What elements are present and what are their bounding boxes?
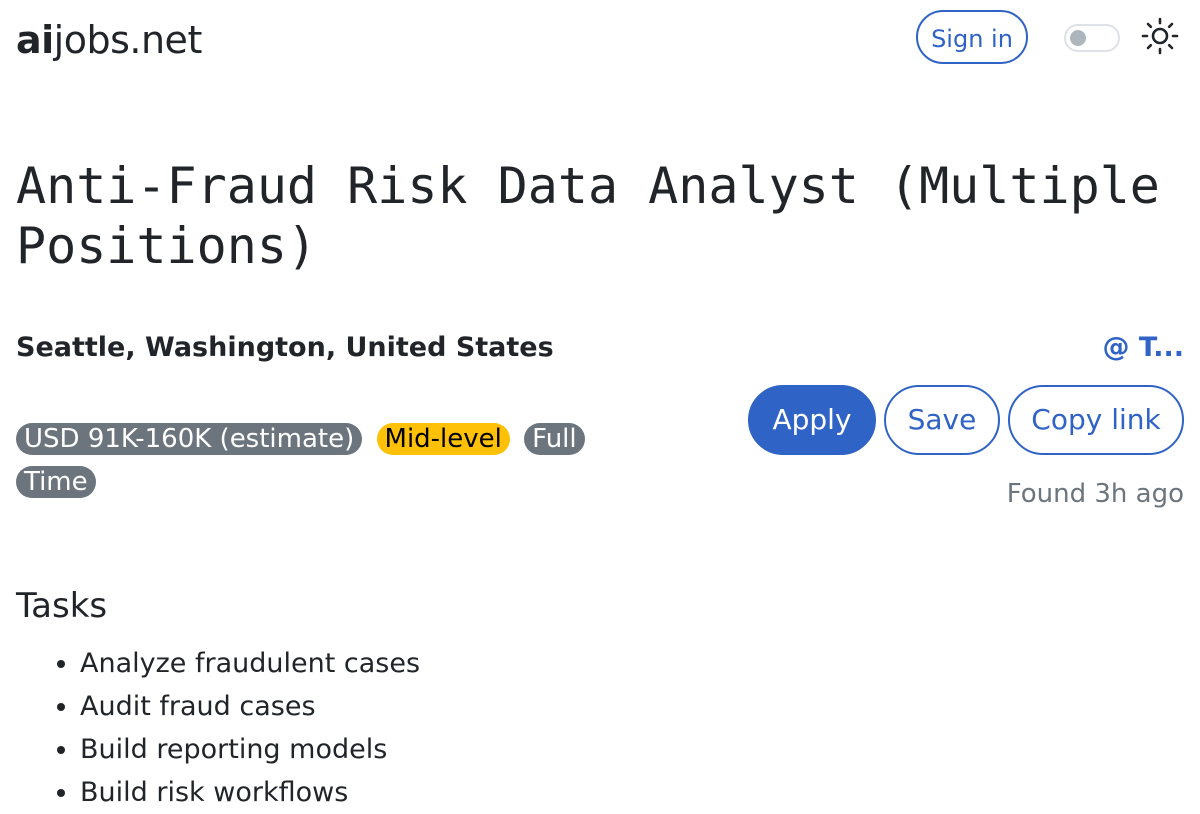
brand-bold: ai — [16, 18, 54, 62]
task-item: Audit fraud cases — [80, 685, 420, 728]
task-item: Analyze fraudulent cases — [80, 642, 420, 685]
job-badges: USD 91K-160K (estimate) Mid-level Full T… — [16, 418, 586, 504]
tasks-list: Analyze fraudulent cases Audit fraud cas… — [30, 642, 420, 814]
level-badge: Mid-level — [376, 423, 510, 455]
tasks-heading: Tasks — [16, 586, 108, 626]
task-item: Build reporting models — [80, 728, 420, 771]
site-logo[interactable]: aijobs.net — [16, 18, 202, 62]
save-button[interactable]: Save — [884, 385, 1000, 455]
sun-icon[interactable] — [1140, 16, 1180, 56]
toggle-knob — [1070, 30, 1086, 46]
apply-button[interactable]: Apply — [748, 385, 876, 455]
theme-toggle[interactable] — [1064, 24, 1120, 52]
sign-in-button[interactable]: Sign in — [916, 10, 1028, 64]
brand-rest: jobs.net — [53, 18, 203, 62]
copy-link-button[interactable]: Copy link — [1008, 385, 1184, 455]
job-location: Seattle, Washington, United States — [16, 332, 554, 363]
company-link[interactable]: @ T... — [1103, 330, 1185, 366]
posted-time: Found 3h ago — [1006, 479, 1184, 509]
job-actions: Apply Save Copy link — [748, 385, 1184, 455]
top-bar: aijobs.net Sign in — [16, 10, 1184, 70]
job-title: Anti-Fraud Risk Data Analyst (Multiple P… — [16, 157, 1160, 275]
salary-badge: USD 91K-160K (estimate) — [16, 423, 363, 455]
task-item: Build risk workflows — [80, 771, 420, 814]
